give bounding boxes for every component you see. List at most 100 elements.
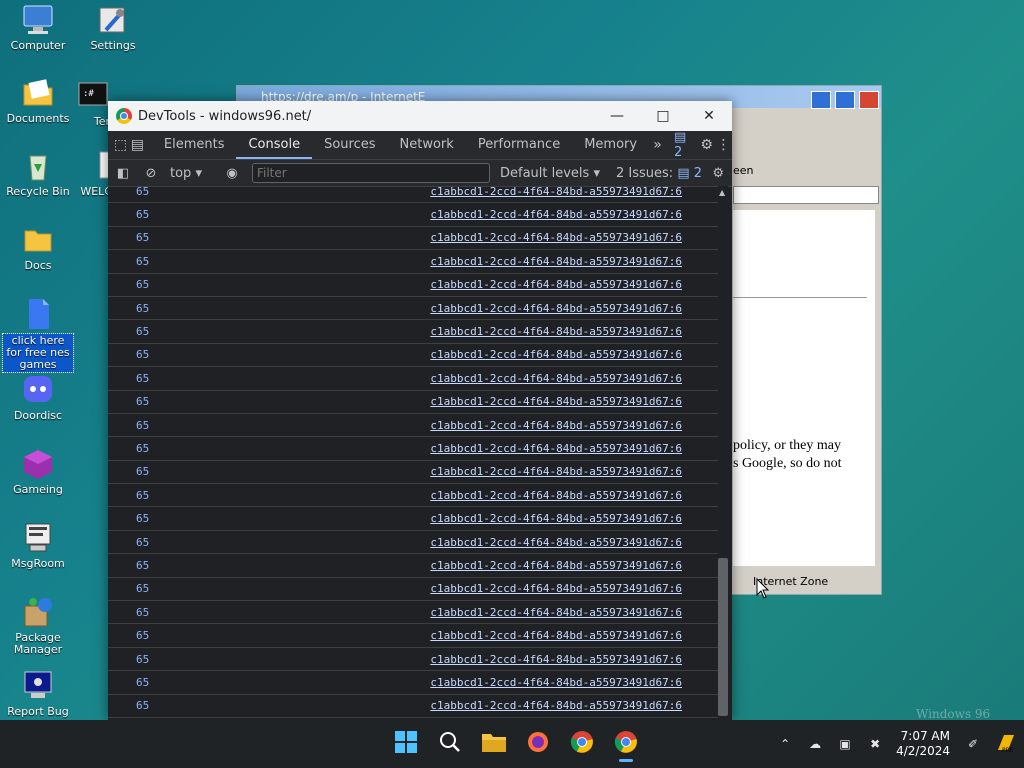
source-link[interactable]: c1abbcd1-2ccd-4f64-84bd-a55973491d67:6	[430, 325, 682, 338]
scrollbar-thumb[interactable]	[718, 558, 728, 716]
desktop-icon-package-manager[interactable]: Package Manager	[1, 596, 75, 656]
source-link[interactable]: c1abbcd1-2ccd-4f64-84bd-a55973491d67:6	[430, 536, 682, 549]
scroll-up-arrow-icon[interactable]: ▲	[719, 188, 725, 197]
console-message-row: 65 c1abbcd1-2ccd-4f64-84bd-a55973491d67:6	[108, 671, 718, 695]
tab-console[interactable]: Console	[236, 131, 313, 159]
desktop-icon-label: Package Manager	[13, 631, 63, 656]
console-message-row: 65 c1abbcd1-2ccd-4f64-84bd-a55973491d67:6	[108, 344, 718, 368]
maximize-button[interactable]	[835, 91, 855, 109]
devtools-window[interactable]: DevTools - windows96.net/ — □ ✕ ⬚ ▤ Elem…	[108, 101, 732, 720]
devtools-titlebar[interactable]: DevTools - windows96.net/ — □ ✕	[108, 101, 732, 131]
source-link[interactable]: c1abbcd1-2ccd-4f64-84bd-a55973491d67:6	[430, 278, 682, 291]
desktop-icon-doordisc[interactable]: Doordisc	[1, 374, 75, 422]
source-link[interactable]: c1abbcd1-2ccd-4f64-84bd-a55973491d67:6	[430, 653, 682, 666]
source-link[interactable]: c1abbcd1-2ccd-4f64-84bd-a55973491d67:6	[430, 395, 682, 408]
tab-network[interactable]: Network	[388, 131, 466, 159]
discord-icon	[21, 374, 55, 406]
source-link[interactable]: c1abbcd1-2ccd-4f64-84bd-a55973491d67:6	[430, 419, 682, 432]
console-message-row: 65 c1abbcd1-2ccd-4f64-84bd-a55973491d67:6	[108, 186, 718, 204]
terminal-icon: :#	[76, 80, 110, 112]
source-link[interactable]: c1abbcd1-2ccd-4f64-84bd-a55973491d67:6	[430, 442, 682, 455]
levels-dropdown[interactable]: Default levels ▾	[500, 166, 600, 181]
settings-gear-icon[interactable]: ⚙	[698, 137, 715, 153]
sidebar-toggle-icon[interactable]: ◧	[108, 166, 138, 181]
device-toolbar-icon[interactable]: ▤	[129, 137, 146, 153]
repeat-count: 65	[136, 652, 150, 666]
tab-memory[interactable]: Memory	[572, 131, 649, 159]
close-button[interactable]: ✕	[686, 101, 732, 131]
firefox-button[interactable]	[518, 724, 558, 764]
maximize-button[interactable]: □	[640, 101, 686, 131]
taskbar-apps	[386, 720, 646, 768]
ie-address-bar[interactable]	[733, 186, 879, 204]
desktop-icon-gameing[interactable]: Gameing	[1, 448, 75, 496]
desktop-icon-report-bug[interactable]: Report Bug	[1, 670, 75, 718]
console-settings-gear-icon[interactable]: ⚙	[712, 166, 724, 181]
desktop-icon-nes-games[interactable]: click here for free nes games	[2, 298, 74, 373]
desktop-icon-documents[interactable]: Documents	[1, 77, 75, 125]
minimize-button[interactable]: —	[594, 101, 640, 131]
source-link[interactable]: c1abbcd1-2ccd-4f64-84bd-a55973491d67:6	[430, 255, 682, 268]
date: 4/2/2024	[896, 744, 950, 758]
desktop-icon-settings[interactable]: Settings	[76, 4, 150, 52]
volume-muted-icon[interactable]: ✖	[860, 737, 890, 751]
tab-elements[interactable]: Elements	[152, 131, 237, 159]
desktop-icon-welcome[interactable]: WELC	[78, 150, 112, 198]
message-icon: ▤	[674, 130, 687, 145]
desktop-icon-docs[interactable]: Docs	[1, 224, 75, 272]
tab-sources[interactable]: Sources	[312, 131, 387, 159]
messages-badge[interactable]: ▤ 2	[666, 130, 698, 160]
chrome-devtools-button[interactable]	[606, 724, 646, 764]
live-expression-eye-icon[interactable]: ◉	[220, 166, 244, 181]
source-link[interactable]: c1abbcd1-2ccd-4f64-84bd-a55973491d67:6	[430, 348, 682, 361]
onedrive-cloud-icon[interactable]: ☁	[800, 737, 830, 751]
source-link[interactable]: c1abbcd1-2ccd-4f64-84bd-a55973491d67:6	[430, 186, 682, 198]
source-link[interactable]: c1abbcd1-2ccd-4f64-84bd-a55973491d67:6	[430, 676, 682, 689]
source-link[interactable]: c1abbcd1-2ccd-4f64-84bd-a55973491d67:6	[430, 559, 682, 572]
file-explorer-button[interactable]	[474, 724, 514, 764]
console-messages[interactable]: 65 c1abbcd1-2ccd-4f64-84bd-a55973491d67:6…	[108, 186, 718, 720]
repeat-count: 65	[136, 488, 150, 502]
source-link[interactable]: c1abbcd1-2ccd-4f64-84bd-a55973491d67:6	[430, 208, 682, 221]
close-button[interactable]	[859, 91, 879, 109]
source-link[interactable]: c1abbcd1-2ccd-4f64-84bd-a55973491d67:6	[430, 302, 682, 315]
source-link[interactable]: c1abbcd1-2ccd-4f64-84bd-a55973491d67:6	[430, 629, 682, 642]
show-hidden-icons-chevron-up-icon[interactable]: ⌃	[770, 737, 800, 751]
filter-input[interactable]	[251, 163, 490, 183]
desktop-icon-computer[interactable]: Computer	[1, 4, 75, 52]
kebab-menu-icon[interactable]: ⋮	[715, 137, 732, 153]
minimize-button[interactable]	[811, 91, 831, 109]
source-link[interactable]: c1abbcd1-2ccd-4f64-84bd-a55973491d67:6	[430, 372, 682, 385]
context-selector[interactable]: top ▾	[170, 166, 202, 181]
desktop-icon-recycle-bin[interactable]: Recycle Bin	[1, 150, 75, 198]
chevron-down-icon: ▾	[195, 165, 202, 181]
desktop-icon-terminal[interactable]: :# Ter	[76, 80, 110, 128]
source-link[interactable]: c1abbcd1-2ccd-4f64-84bd-a55973491d67:6	[430, 512, 682, 525]
search-button[interactable]	[430, 724, 470, 764]
network-icon[interactable]: ▣	[830, 737, 860, 751]
issues-counter[interactable]: 2 Issues: ▤ 2	[616, 166, 702, 181]
notification-bell-icon[interactable]: ✐	[958, 737, 988, 751]
console-message-row: 65 c1abbcd1-2ccd-4f64-84bd-a55973491d67:6	[108, 601, 718, 625]
source-link[interactable]: c1abbcd1-2ccd-4f64-84bd-a55973491d67:6	[430, 231, 682, 244]
console-message-row: 65 c1abbcd1-2ccd-4f64-84bd-a55973491d67:6	[108, 484, 718, 508]
console-message-row: 65 c1abbcd1-2ccd-4f64-84bd-a55973491d67:6	[108, 414, 718, 438]
source-link[interactable]: c1abbcd1-2ccd-4f64-84bd-a55973491d67:6	[430, 465, 682, 478]
desktop-icon-label: MsgRoom	[11, 557, 65, 570]
source-link[interactable]: c1abbcd1-2ccd-4f64-84bd-a55973491d67:6	[430, 489, 682, 502]
source-link[interactable]: c1abbcd1-2ccd-4f64-84bd-a55973491d67:6	[430, 699, 682, 712]
clock[interactable]: 7:07 AM 4/2/2024	[896, 729, 950, 759]
chrome-button[interactable]	[562, 724, 602, 764]
desktop-icon-msgroom[interactable]: MsgRoom	[1, 522, 75, 570]
source-link[interactable]: c1abbcd1-2ccd-4f64-84bd-a55973491d67:6	[430, 582, 682, 595]
levels-value: Default levels	[499, 165, 590, 181]
console-message-row: 65 c1abbcd1-2ccd-4f64-84bd-a55973491d67:6	[108, 531, 718, 555]
tab-performance[interactable]: Performance	[466, 131, 572, 159]
start-button[interactable]	[386, 724, 426, 764]
console-scrollbar[interactable]: ▲	[718, 186, 728, 716]
copilot-pre-icon[interactable]: PRE	[988, 732, 1024, 757]
clear-console-icon[interactable]: ⊘	[138, 166, 164, 181]
more-tabs-icon[interactable]: »	[649, 137, 666, 153]
inspect-element-icon[interactable]: ⬚	[112, 137, 129, 153]
source-link[interactable]: c1abbcd1-2ccd-4f64-84bd-a55973491d67:6	[430, 606, 682, 619]
